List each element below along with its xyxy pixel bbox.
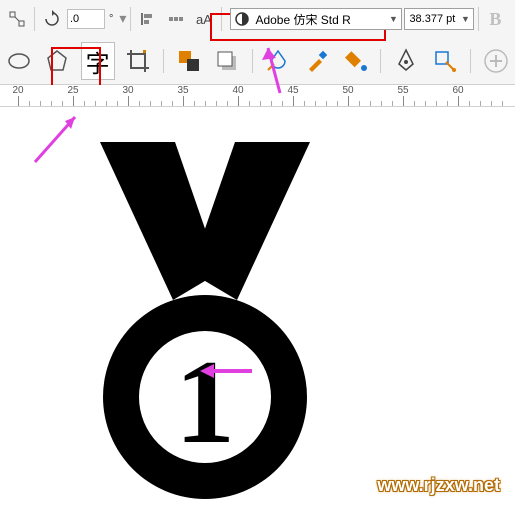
add-tool-icon[interactable]: [481, 44, 511, 78]
separator: [130, 7, 131, 31]
text-tool-button[interactable]: 字: [81, 42, 115, 80]
fill-swap-icon[interactable]: [174, 44, 204, 78]
separator: [380, 49, 381, 73]
caps-icon[interactable]: aA: [191, 6, 217, 32]
rotate-icon[interactable]: [39, 6, 65, 32]
medal-shape: 1: [85, 142, 325, 502]
canvas-area[interactable]: 1 www.rjzxw.net: [0, 107, 515, 514]
bold-button[interactable]: B: [483, 7, 507, 31]
rotation-unit-label: °: [109, 13, 113, 25]
pen-tool-icon[interactable]: [391, 44, 421, 78]
horizontal-ruler: 202530354045505560: [0, 85, 515, 107]
rotation-input[interactable]: [67, 9, 105, 29]
chevron-down-icon[interactable]: ▼: [457, 9, 473, 29]
separator: [252, 49, 253, 73]
font-type-icon: [234, 11, 250, 27]
align-left-icon[interactable]: [135, 6, 161, 32]
svg-text:1: 1: [175, 335, 235, 468]
snap-toggle-icon[interactable]: [4, 6, 30, 32]
separator: [34, 7, 35, 31]
separator: [478, 7, 479, 31]
text-tool-glyph: 字: [86, 44, 110, 79]
shape-edit-icon[interactable]: [430, 44, 460, 78]
font-family-label: Adobe 仿宋 Std R: [253, 11, 385, 28]
crop-tool-icon[interactable]: [123, 44, 153, 78]
shadow-tool-icon[interactable]: [212, 44, 242, 78]
font-family-combo[interactable]: Adobe 仿宋 Std R ▼: [230, 8, 402, 30]
annotation-arrow-1: [30, 107, 90, 167]
polygon-tool-icon[interactable]: [42, 44, 72, 78]
stepper-icon[interactable]: ▾: [119, 11, 126, 28]
ellipse-tool-icon[interactable]: [4, 44, 34, 78]
separator: [470, 49, 471, 73]
svg-text:aA: aA: [196, 12, 212, 27]
align-dist-icon[interactable]: [163, 6, 189, 32]
chevron-down-icon[interactable]: ▼: [385, 9, 401, 29]
watermark-text: www.rjzxw.net: [377, 475, 500, 496]
font-size-label: 38.377 pt: [409, 13, 457, 25]
separator: [163, 49, 164, 73]
eyedropper-tool-icon[interactable]: [302, 44, 332, 78]
font-size-combo[interactable]: 38.377 pt ▼: [404, 8, 474, 30]
separator: [221, 7, 222, 31]
fill-bucket-icon[interactable]: [340, 44, 370, 78]
transparency-tool-icon[interactable]: [263, 44, 293, 78]
